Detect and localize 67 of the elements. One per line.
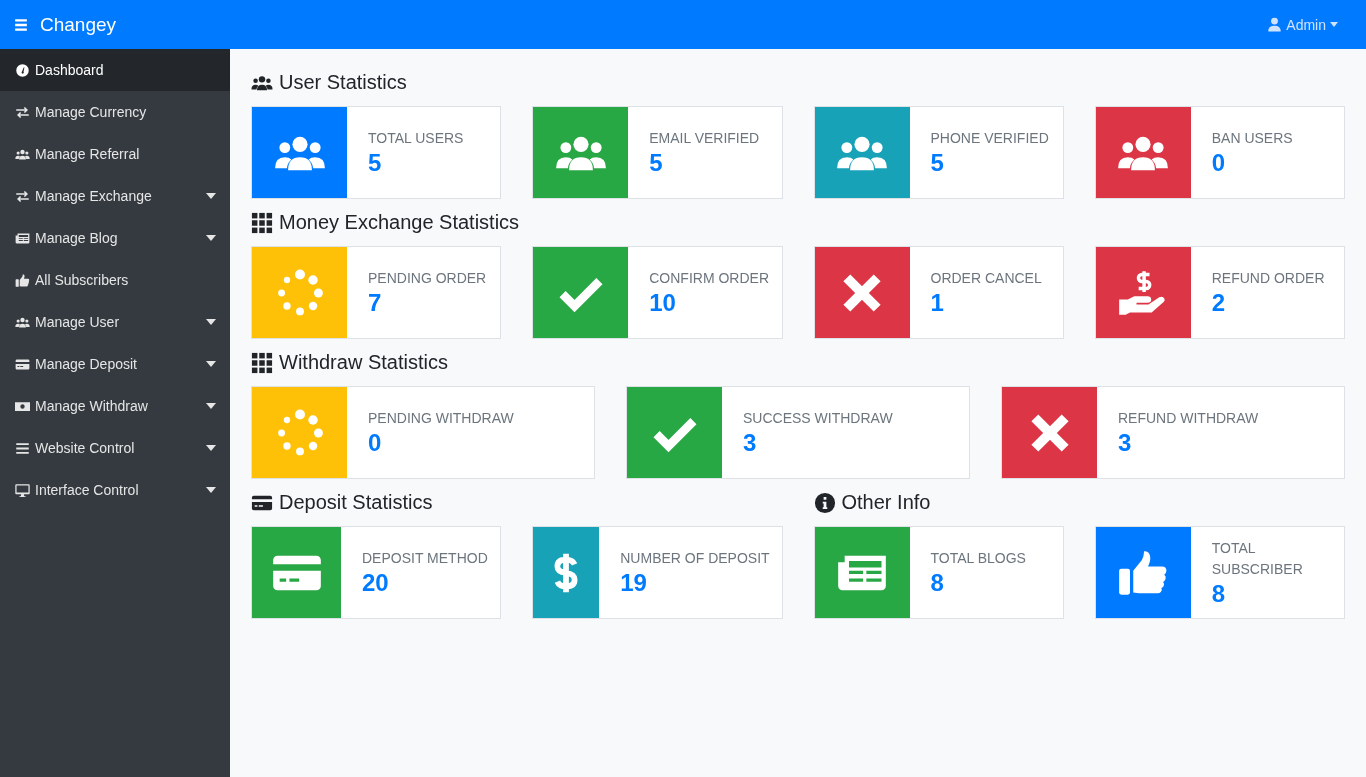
brand-name[interactable]: Changey — [40, 13, 117, 36]
stat-value: 5 — [930, 149, 945, 177]
caret-icon — [1330, 22, 1338, 27]
sidebar-item[interactable]: Interface Control — [0, 469, 230, 511]
caret-icon — [206, 235, 216, 241]
monitor-icon — [15, 482, 30, 498]
grid-icon — [251, 211, 273, 234]
section-heading: Money Exchange Statistics — [279, 211, 520, 234]
stat-label: ORDER CANCEL — [930, 269, 1042, 288]
stat-value: 3 — [743, 429, 758, 457]
sidebar-item[interactable]: Manage Blog — [0, 217, 230, 259]
stat-value: 5 — [368, 149, 383, 177]
stat-value: 1 — [930, 289, 945, 317]
sidebar-item[interactable]: Dashboard — [0, 49, 230, 91]
caret-icon — [206, 403, 216, 409]
stat-label: SUCCESS WITHDRAW — [743, 409, 893, 428]
info-icon — [813, 491, 836, 514]
arrows-icon — [15, 188, 30, 204]
grid-icon — [251, 351, 273, 374]
stat-value: 7 — [368, 289, 383, 317]
sidebar-item[interactable]: Manage Withdraw — [0, 385, 230, 427]
stat-value: 0 — [368, 429, 383, 457]
sidebar-item[interactable]: Manage Referral — [0, 133, 230, 175]
stat-label: NUMBER OF DEPOSIT — [620, 549, 770, 568]
stat-value: 3 — [1118, 429, 1133, 457]
sidebar-item[interactable]: Manage User — [0, 301, 230, 343]
stat-value: 19 — [620, 569, 648, 597]
stat-value: 0 — [1211, 149, 1227, 177]
stat-value: 20 — [362, 569, 390, 597]
stat-label: PENDING WITHDRAW — [368, 409, 514, 428]
caret-icon — [206, 319, 216, 325]
stat-value: 8 — [930, 569, 945, 597]
stat-value: 10 — [649, 289, 677, 317]
section-heading: Other Info — [841, 491, 931, 514]
sidebar-item[interactable]: Website Control — [0, 427, 230, 469]
section-heading: Deposit Statistics — [279, 491, 433, 514]
stat-label: TOTAL USERS — [368, 129, 464, 148]
sidebar-item[interactable]: Manage Deposit — [0, 343, 230, 385]
user-icon — [1267, 17, 1283, 32]
menu-icon — [14, 17, 28, 32]
sidebar-item[interactable]: Manage Currency — [0, 91, 230, 133]
stat-label: CONFIRM ORDER — [649, 269, 770, 288]
sidebar-item[interactable]: Manage Exchange — [0, 175, 230, 217]
gauge-icon — [15, 62, 30, 78]
caret-icon — [206, 487, 216, 493]
stat-label: DEPOSIT METHOD — [362, 549, 488, 568]
section-heading: Withdraw Statistics — [279, 351, 448, 374]
stat-label: EMAIL VERIFIED — [649, 129, 760, 148]
section-heading: User Statistics — [279, 71, 407, 94]
stat-label: TOTAL BLOGS — [930, 549, 1026, 568]
stat-label: BAN USERS — [1211, 129, 1293, 148]
stat-label: TOTAL SUBSCRIBER — [1211, 538, 1304, 579]
stat-label: PHONE VERIFIED — [930, 129, 1049, 148]
stat-label: PENDING ORDER — [368, 269, 487, 288]
caret-icon — [206, 361, 216, 367]
caret-icon — [206, 193, 216, 199]
stat-value: 2 — [1211, 289, 1227, 317]
stat-value: 8 — [1211, 579, 1227, 608]
sidebar-item[interactable]: All Subscribers — [0, 259, 230, 301]
stat-value: 5 — [649, 149, 664, 177]
arrows-icon — [15, 104, 30, 120]
stat-label: REFUND ORDER — [1211, 269, 1325, 288]
thumbs-up-icon — [15, 272, 30, 288]
caret-icon — [206, 445, 216, 451]
stat-label: REFUND WITHDRAW — [1118, 409, 1259, 428]
menu-button[interactable] — [14, 17, 28, 32]
menu-icon — [15, 440, 30, 456]
